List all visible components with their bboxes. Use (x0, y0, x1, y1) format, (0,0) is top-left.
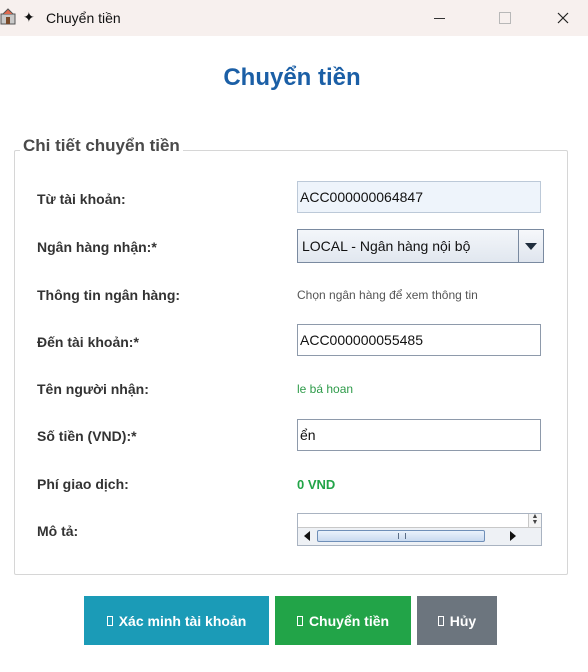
verify-icon (106, 615, 113, 626)
transfer-button[interactable]: Chuyển tiền (275, 596, 411, 645)
window-title: Chuyển tiền (46, 10, 121, 26)
fee-label: Phí giao dịch: (37, 476, 129, 492)
vertical-scrollbar[interactable]: ▲ ▼ (528, 513, 541, 527)
close-icon (557, 12, 569, 24)
minimize-icon (433, 17, 445, 19)
arrow-right-icon (510, 531, 516, 541)
dropdown-button[interactable] (518, 230, 543, 262)
description-textarea[interactable]: ▲ ▼ (297, 513, 542, 546)
description-label: Mô tả: (37, 523, 79, 539)
verify-account-button[interactable]: Xác minh tài khoản (84, 596, 269, 645)
scroll-right-button[interactable] (506, 530, 520, 542)
receiving-bank-label: Ngân hàng nhận:* (37, 239, 157, 255)
transfer-label: Chuyển tiền (308, 612, 390, 629)
maximize-icon (499, 12, 511, 24)
fee-value: 0 VND (297, 477, 336, 492)
receiving-bank-selected: LOCAL - Ngân hàng nội bộ (302, 238, 471, 254)
amount-label: Số tiền (VND):* (37, 428, 137, 444)
title-bar: ✦ Chuyển tiền (0, 0, 588, 36)
verify-account-label: Xác minh tài khoản (118, 612, 247, 629)
horizontal-scrollbar[interactable] (298, 527, 541, 545)
bank-info-label: Thông tin ngân hàng: (37, 287, 181, 303)
arrow-left-icon (304, 531, 310, 541)
from-account-field[interactable]: ACC000000064847 (297, 181, 541, 213)
cancel-button[interactable]: Hủy (417, 596, 497, 645)
grip-icon (398, 533, 406, 539)
minimize-button[interactable] (416, 0, 462, 36)
scroll-thumb[interactable] (317, 530, 485, 542)
page-title: Chuyển tiền (223, 64, 361, 91)
maximize-button[interactable] (482, 0, 528, 36)
transfer-button-icon (296, 615, 303, 626)
java-app-icon (0, 8, 16, 25)
transfer-details-group (14, 150, 568, 575)
bank-info-text: Chọn ngân hàng để xem thông tin (297, 288, 478, 302)
group-title: Chi tiết chuyển tiền (20, 136, 183, 156)
to-account-input[interactable]: ACC000000055485 (297, 324, 541, 356)
recipient-name-value: le bá hoan (297, 382, 354, 396)
receiving-bank-select[interactable]: LOCAL - Ngân hàng nội bộ (297, 229, 544, 263)
from-account-label: Từ tài khoản: (37, 191, 126, 207)
close-button[interactable] (540, 0, 586, 36)
to-account-label: Đến tài khoản:* (37, 334, 139, 350)
recipient-name-label: Tên người nhận: (37, 381, 149, 397)
cancel-label: Hủy (449, 612, 477, 629)
amount-input[interactable]: ển (297, 419, 541, 451)
cancel-icon (437, 615, 444, 626)
chevron-down-icon (525, 242, 537, 250)
scroll-left-button[interactable] (300, 530, 314, 542)
transfer-icon: ✦ (23, 9, 35, 25)
